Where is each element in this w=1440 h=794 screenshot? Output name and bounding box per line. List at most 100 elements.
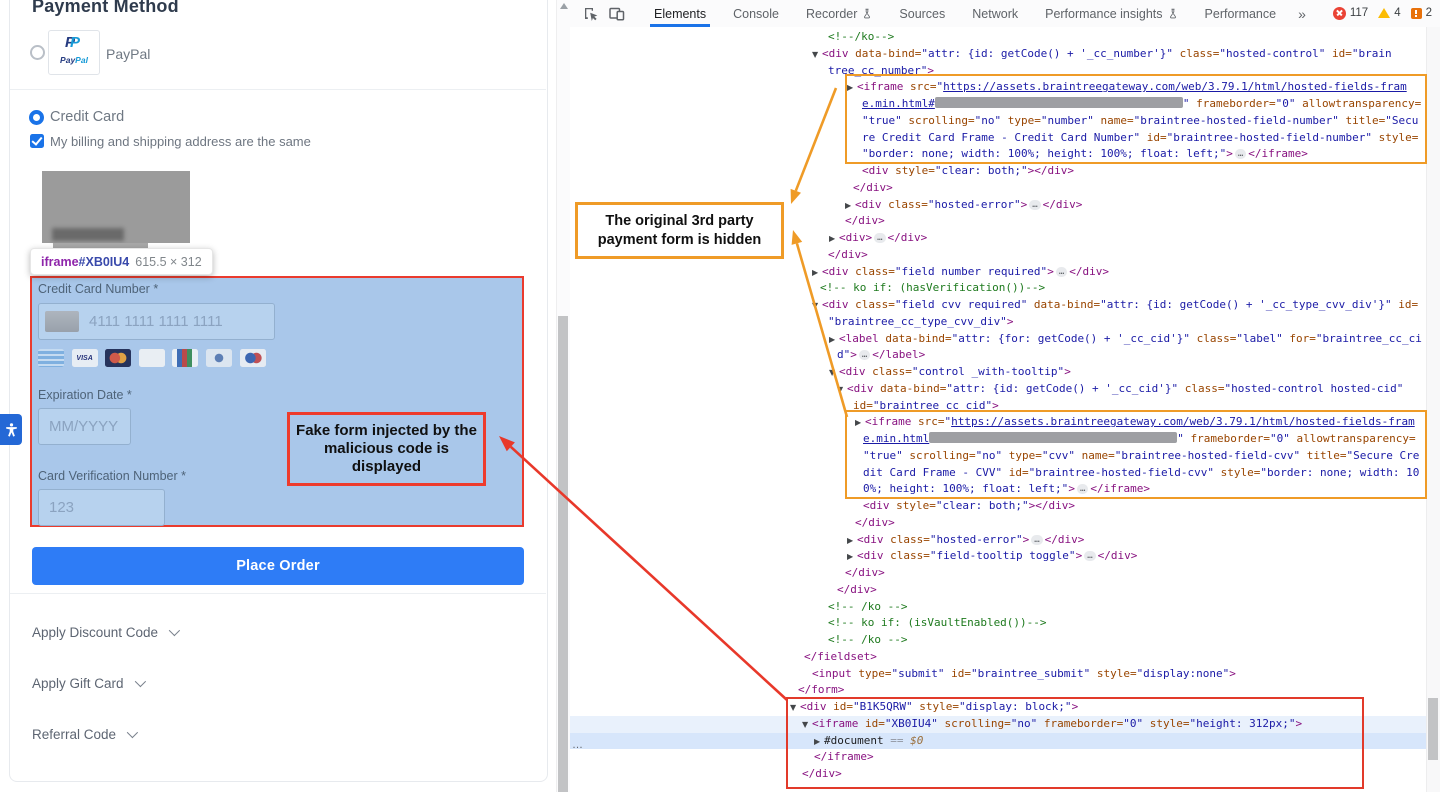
expand-arrow-icon[interactable]: ▼ <box>837 382 847 399</box>
expand-arrow-icon[interactable]: ▶ <box>829 332 839 349</box>
page-scrollbar-thumb[interactable] <box>558 316 568 792</box>
code-token: </div> <box>888 231 928 244</box>
code-line[interactable]: ▼<iframe id="XB0IU4" scrolling="no" fram… <box>570 716 1426 733</box>
code-line[interactable]: "true" scrolling="no" type="number" name… <box>570 113 1426 130</box>
credit-card-radio[interactable] <box>29 110 44 125</box>
code-token: data-bind= <box>879 332 952 345</box>
code-line[interactable]: <!-- /ko --> <box>570 599 1426 616</box>
code-line[interactable]: ▼<div data-bind="attr: {id: getCode() + … <box>570 46 1426 63</box>
tab-elements[interactable]: Elements <box>654 1 706 27</box>
inspect-element-button[interactable] <box>578 1 604 27</box>
code-line[interactable]: d">…</label> <box>570 347 1426 364</box>
row-actions-ellipsis-icon[interactable]: … <box>572 739 584 751</box>
code-line[interactable]: ▶<iframe src="https://assets.braintreega… <box>570 79 1426 96</box>
more-tabs-button[interactable]: » <box>1298 6 1306 22</box>
code-line[interactable]: </form> <box>570 682 1426 699</box>
referral-code-toggle[interactable]: Referral Code <box>32 723 135 745</box>
cc-number-input[interactable]: 4111 1111 1111 1111 <box>38 303 275 340</box>
cvv-input[interactable]: 123 <box>38 489 165 526</box>
code-line[interactable]: e.min.html" frameborder="0" allowtranspa… <box>570 431 1426 448</box>
issues-count[interactable]: 2 <box>1426 7 1432 19</box>
accepted-card-icons: VISA <box>38 349 266 367</box>
code-line[interactable]: "border: none; width: 100%; height: 100%… <box>570 146 1426 163</box>
expand-arrow-icon[interactable]: ▶ <box>814 734 824 751</box>
code-token: == <box>884 734 911 747</box>
code-line[interactable]: ▼<div data-bind="attr: {id: getCode() + … <box>570 381 1426 398</box>
warning-icon[interactable] <box>1378 8 1390 18</box>
tab-performance-insights[interactable]: Performance insights <box>1045 1 1177 27</box>
experiment-flask-icon <box>862 8 872 19</box>
code-line[interactable]: ▶<label data-bind="attr: {for: getCode()… <box>570 331 1426 348</box>
code-line[interactable]: ▼<div class="field cvv required" data-bi… <box>570 297 1426 314</box>
toggle-device-toolbar-button[interactable] <box>604 1 630 27</box>
ellipsis-icon: … <box>1029 200 1040 210</box>
apply-gift-card-toggle[interactable]: Apply Gift Card <box>32 672 143 694</box>
expand-arrow-icon[interactable]: ▶ <box>812 265 822 282</box>
expand-arrow-icon[interactable]: ▶ <box>847 80 857 97</box>
error-icon[interactable] <box>1333 7 1346 20</box>
expand-arrow-icon[interactable]: ▶ <box>829 231 839 248</box>
code-line[interactable]: ▶#document == $0 <box>570 733 1426 750</box>
tab-console[interactable]: Console <box>733 1 779 27</box>
code-line[interactable]: "braintree_cc_type_cvv_div"> <box>570 314 1426 331</box>
warning-count[interactable]: 4 <box>1394 7 1400 19</box>
code-line[interactable]: <input type="submit" id="braintree_submi… <box>570 666 1426 683</box>
maestro-card-icon <box>240 349 266 367</box>
expand-arrow-icon[interactable]: ▼ <box>829 365 839 382</box>
expand-arrow-icon[interactable]: ▼ <box>802 717 812 734</box>
code-line[interactable]: ▶<div class="field number required">…</d… <box>570 264 1426 281</box>
billing-same-checkbox[interactable] <box>30 134 44 148</box>
code-line[interactable]: <div style="clear: both;"></div> <box>570 498 1426 515</box>
code-line[interactable]: id="braintree cc cid"> <box>570 398 1426 415</box>
place-order-button[interactable]: Place Order <box>32 547 524 585</box>
code-token: <div> <box>839 231 872 244</box>
code-line[interactable]: ▼<div id="B1K5QRW" style="display: block… <box>570 699 1426 716</box>
tab-performance[interactable]: Performance <box>1205 1 1277 27</box>
accessibility-widget-button[interactable] <box>0 414 22 445</box>
code-line[interactable]: </div> <box>570 515 1426 532</box>
expiration-input[interactable]: MM/YYYY <box>38 408 131 445</box>
code-line[interactable]: "true" scrolling="no" type="cvv" name="b… <box>570 448 1426 465</box>
code-line[interactable]: e.min.html#" frameborder="0" allowtransp… <box>570 96 1426 113</box>
devtools-scrollbar-thumb[interactable] <box>1428 698 1438 760</box>
expand-arrow-icon[interactable]: ▶ <box>847 533 857 550</box>
code-line[interactable]: ▼<div class="control _with-tooltip"> <box>570 364 1426 381</box>
code-line[interactable]: </fieldset> <box>570 649 1426 666</box>
code-line[interactable]: ▶<div class="hosted-error">…</div> <box>570 532 1426 549</box>
paypal-radio[interactable] <box>30 45 45 60</box>
code-line[interactable]: 0%; height: 100%; float: left;">…</ifram… <box>570 481 1426 498</box>
code-line[interactable]: <!-- ko if: (hasVerification())--> <box>570 280 1426 297</box>
expand-arrow-icon[interactable]: ▼ <box>812 47 822 64</box>
code-line[interactable]: </div> <box>570 582 1426 599</box>
code-line[interactable]: <div style="clear: both;"></div> <box>570 163 1426 180</box>
code-token: class= <box>1178 382 1224 395</box>
tab-recorder[interactable]: Recorder <box>806 1 872 27</box>
code-line[interactable]: </div> <box>570 766 1426 783</box>
expand-arrow-icon[interactable]: ▼ <box>812 298 822 315</box>
devtools-scrollbar-track[interactable] <box>1426 27 1440 792</box>
code-line[interactable]: dit Card Frame - CVV" id="braintree-host… <box>570 465 1426 482</box>
tab-sources[interactable]: Sources <box>899 1 945 27</box>
code-line[interactable]: <!-- /ko --> <box>570 632 1426 649</box>
expand-arrow-icon[interactable]: ▶ <box>847 549 857 566</box>
ellipsis-icon: … <box>1084 551 1095 561</box>
code-line[interactable]: tree_cc_number"> <box>570 63 1426 80</box>
issues-icon[interactable] <box>1411 8 1422 19</box>
code-line[interactable]: ▶<div class="field-tooltip toggle">…</di… <box>570 548 1426 565</box>
expand-arrow-icon[interactable]: ▶ <box>855 415 865 432</box>
scrollbar-up-arrow-icon[interactable] <box>560 3 568 9</box>
apply-discount-code-toggle[interactable]: Apply Discount Code <box>32 621 177 643</box>
code-line[interactable]: <!--/ko--> <box>570 29 1426 46</box>
code-line[interactable]: </div> <box>570 180 1426 197</box>
code-line[interactable]: re Credit Card Frame - Credit Card Numbe… <box>570 130 1426 147</box>
code-token: </div> <box>845 214 885 227</box>
code-token: </div> <box>1045 533 1085 546</box>
error-count[interactable]: 117 <box>1350 7 1368 19</box>
expand-arrow-icon[interactable]: ▼ <box>790 700 800 717</box>
code-line[interactable]: </iframe> <box>570 749 1426 766</box>
tab-network[interactable]: Network <box>972 1 1018 27</box>
code-line[interactable]: </div> <box>570 565 1426 582</box>
code-line[interactable]: <!-- ko if: (isVaultEnabled())--> <box>570 615 1426 632</box>
expand-arrow-icon[interactable]: ▶ <box>845 198 855 215</box>
code-line[interactable]: ▶<iframe src="https://assets.braintreega… <box>570 414 1426 431</box>
